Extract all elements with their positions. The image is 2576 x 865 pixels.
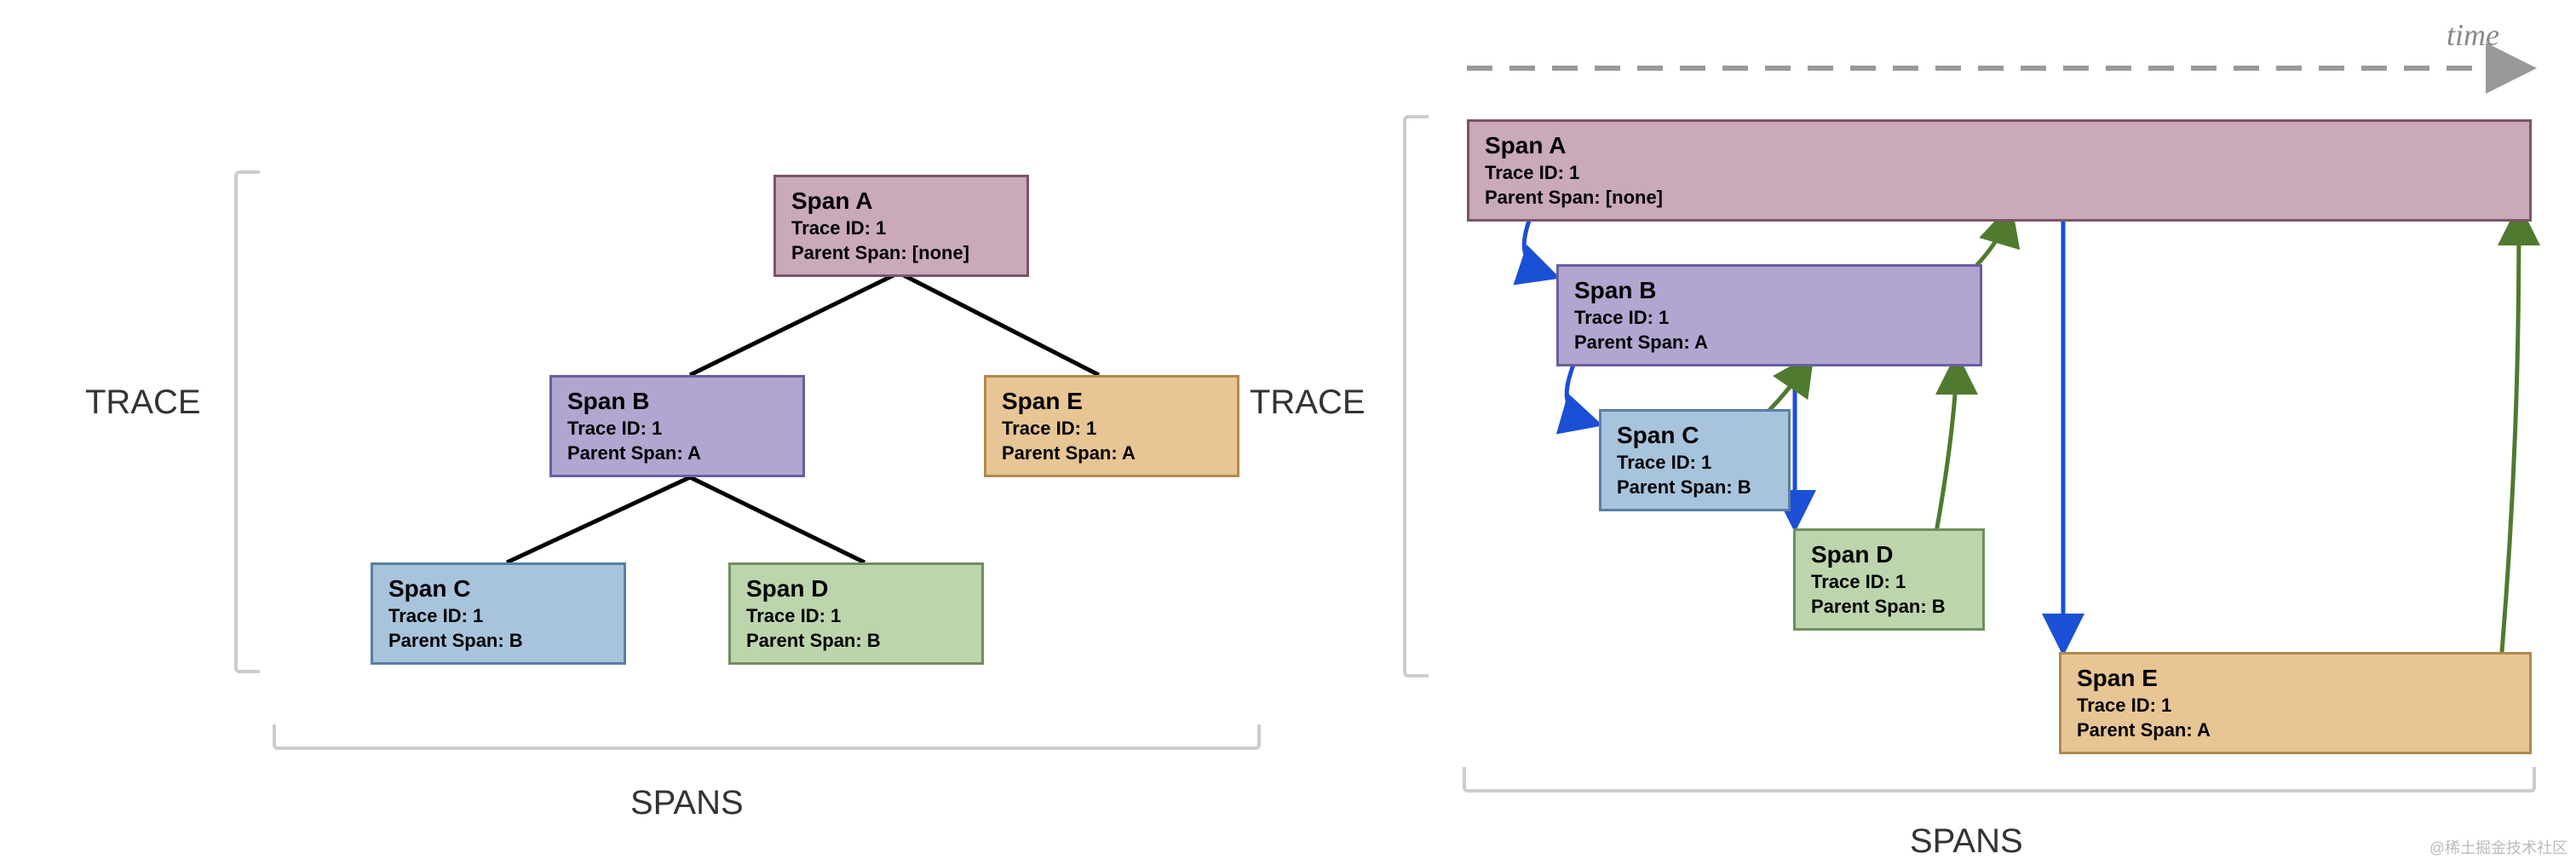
spans-label-right: SPANS — [1910, 822, 2023, 861]
trace-label-left: TRACE — [85, 383, 201, 422]
timeline-span-a: Span A Trace ID: 1 Parent Span: [none] — [1467, 119, 2532, 222]
span-c-title: Span C — [388, 574, 608, 604]
tree-panel: TRACE Span A Trace ID: 1 Parent Span: [n… — [34, 17, 1254, 848]
diagram-container: TRACE Span A Trace ID: 1 Parent Span: [n… — [0, 0, 2576, 865]
span-a-title: Span A — [791, 186, 1011, 216]
span-b-parent: Parent Span: A — [567, 441, 787, 466]
watermark: @稀土掘金技术社区 — [2429, 836, 2567, 858]
tl-e-title: Span E — [2077, 663, 2514, 694]
span-c-trace: Trace ID: 1 — [388, 604, 608, 629]
tl-d-parent: Parent Span: B — [1811, 595, 1967, 620]
tl-a-trace: Trace ID: 1 — [1485, 161, 2514, 186]
tl-e-trace: Trace ID: 1 — [2077, 694, 2514, 718]
spans-label-left: SPANS — [630, 784, 744, 822]
spans-bracket-left — [273, 724, 1261, 750]
tree-node-span-e: Span E Trace ID: 1 Parent Span: A — [984, 375, 1239, 477]
tree-node-span-d: Span D Trace ID: 1 Parent Span: B — [728, 562, 984, 665]
span-e-parent: Parent Span: A — [1002, 441, 1222, 466]
spans-bracket-right — [1463, 767, 2536, 793]
tl-c-trace: Trace ID: 1 — [1617, 451, 1773, 476]
span-d-trace: Trace ID: 1 — [746, 604, 966, 629]
span-c-parent: Parent Span: B — [388, 629, 608, 654]
span-e-trace: Trace ID: 1 — [1002, 417, 1222, 441]
tl-a-parent: Parent Span: [none] — [1485, 186, 2514, 210]
trace-bracket-left — [234, 170, 260, 673]
tl-c-parent: Parent Span: B — [1617, 476, 1773, 500]
span-b-title: Span B — [567, 386, 787, 417]
tl-a-title: Span A — [1485, 130, 2514, 161]
tl-c-title: Span C — [1617, 420, 1773, 451]
span-d-title: Span D — [746, 574, 966, 604]
timeline-span-e: Span E Trace ID: 1 Parent Span: A — [2059, 652, 2532, 754]
tl-b-title: Span B — [1574, 275, 1964, 306]
span-b-trace: Trace ID: 1 — [567, 417, 787, 441]
trace-label-right: TRACE — [1250, 383, 1366, 422]
tree-node-span-c: Span C Trace ID: 1 Parent Span: B — [371, 562, 626, 665]
timeline-span-c: Span C Trace ID: 1 Parent Span: B — [1599, 409, 1791, 511]
timeline-panel: time — [1322, 17, 2542, 848]
tree-node-span-a: Span A Trace ID: 1 Parent Span: [none] — [773, 175, 1029, 277]
span-a-parent: Parent Span: [none] — [791, 241, 1011, 266]
span-d-parent: Parent Span: B — [746, 629, 966, 654]
span-a-trace: Trace ID: 1 — [791, 216, 1011, 241]
tl-d-title: Span D — [1811, 539, 1967, 570]
tl-d-trace: Trace ID: 1 — [1811, 570, 1967, 595]
tl-b-parent: Parent Span: A — [1574, 331, 1964, 355]
tl-b-trace: Trace ID: 1 — [1574, 306, 1964, 331]
timeline-span-b: Span B Trace ID: 1 Parent Span: A — [1556, 264, 1982, 366]
span-e-title: Span E — [1002, 386, 1222, 417]
tl-e-parent: Parent Span: A — [2077, 718, 2514, 743]
tree-node-span-b: Span B Trace ID: 1 Parent Span: A — [549, 375, 805, 477]
time-label: time — [2447, 17, 2499, 53]
trace-bracket-right — [1403, 115, 1429, 678]
timeline-span-d: Span D Trace ID: 1 Parent Span: B — [1793, 528, 1985, 631]
